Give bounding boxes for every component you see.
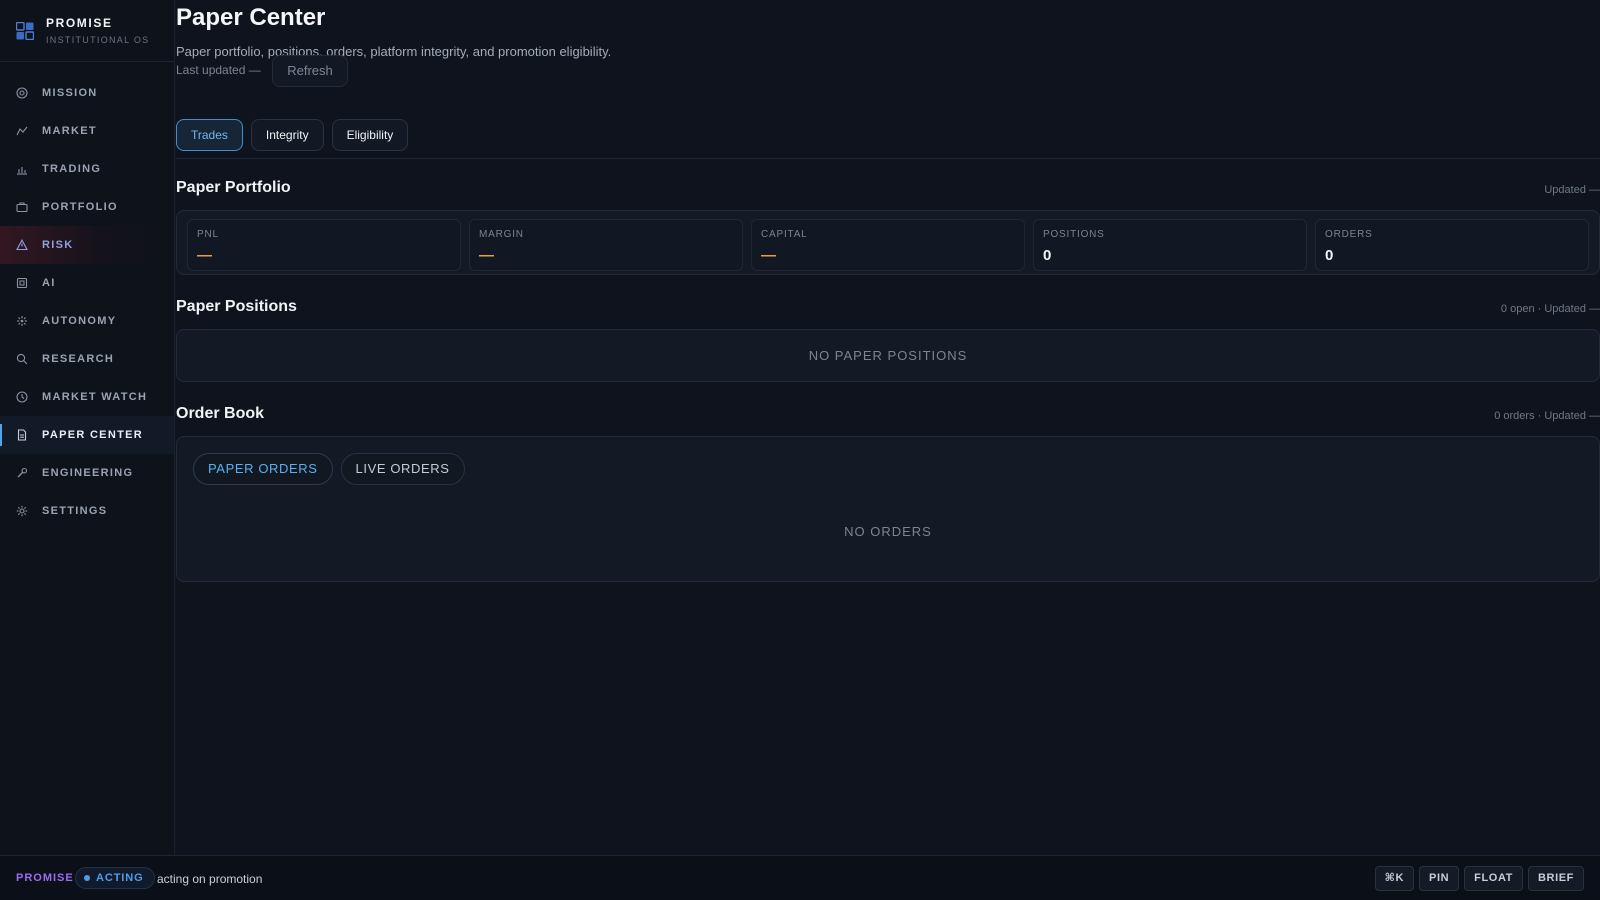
tab-paper-orders[interactable]: PAPER ORDERS	[193, 453, 333, 485]
status-state: ACTING	[96, 872, 144, 884]
status-actions: ⌘K PIN FLOAT BRIEF	[1374, 866, 1584, 891]
cpu-icon	[16, 277, 28, 289]
portfolio-panel: PNL — MARGIN — CAPITAL — POSITIONS 0 ORD…	[176, 210, 1600, 275]
sidebar-item-label: SETTINGS	[42, 505, 108, 517]
wrench-icon	[17, 467, 28, 478]
tab-eligibility[interactable]: Eligibility	[331, 119, 409, 151]
sidebar-item-label: PORTFOLIO	[42, 201, 118, 213]
order-book-title: Order Book	[176, 405, 265, 422]
grid-logo-icon	[16, 21, 34, 40]
page-title: Paper Center	[176, 4, 326, 31]
sidebar-item-market[interactable]: MARKET	[0, 112, 174, 150]
positions-meta: 0 open · Updated —	[1500, 303, 1600, 315]
view-tabs: Trades Integrity Eligibility	[176, 119, 409, 151]
sidebar-item-portfolio[interactable]: PORTFOLIO	[0, 188, 174, 226]
sidebar-item-label: TRADING	[42, 163, 102, 175]
sidebar-item-trading[interactable]: TRADING	[0, 150, 174, 188]
portfolio-title: Paper Portfolio	[176, 179, 291, 196]
warning-icon	[16, 239, 28, 251]
portfolio-updated: Updated —	[1544, 184, 1600, 196]
brand[interactable]: PROMISE INSTITUTIONAL OS	[0, 0, 174, 62]
kpi-value: —	[197, 247, 212, 264]
status-brand: PROMISE	[16, 872, 74, 884]
kpi-label: ORDERS	[1325, 229, 1373, 240]
tab-integrity[interactable]: Integrity	[250, 119, 324, 151]
atom-icon	[17, 316, 27, 326]
sidebar-item-label: MISSION	[42, 87, 98, 99]
sidebar-item-research[interactable]: RESEARCH	[0, 340, 174, 378]
sidebar-item-settings[interactable]: SETTINGS	[0, 492, 174, 530]
positions-empty-state: NO PAPER POSITIONS	[808, 348, 968, 363]
gear-icon	[16, 505, 28, 517]
tab-trades[interactable]: Trades	[176, 119, 243, 151]
sidebar-item-label: AUTONOMY	[42, 315, 117, 327]
sidebar-item-mission[interactable]: MISSION	[0, 74, 174, 112]
sidebar-nav: MISSION MARKET TRADING PORTFOLIO RISK AI	[0, 62, 174, 530]
kpi-label: CAPITAL	[761, 229, 808, 240]
kpi-margin: MARGIN —	[469, 219, 743, 271]
sidebar-item-engineering[interactable]: ENGINEERING	[0, 454, 174, 492]
command-palette-button[interactable]: ⌘K	[1374, 866, 1415, 891]
status-message: acting on promotion	[157, 872, 263, 886]
clock-icon	[16, 391, 28, 403]
refresh-button[interactable]: Refresh	[272, 55, 348, 87]
positions-panel: NO PAPER POSITIONS	[176, 329, 1600, 382]
brand-name: PROMISE	[46, 16, 113, 30]
bar-chart-icon	[17, 167, 27, 175]
order-book-panel: PAPER ORDERS LIVE ORDERS NO ORDERS	[176, 436, 1600, 582]
sidebar: PROMISE INSTITUTIONAL OS MISSION MARKET …	[0, 0, 175, 855]
sidebar-item-label: RISK	[42, 239, 74, 251]
order-tabs: PAPER ORDERS LIVE ORDERS	[193, 453, 465, 485]
brief-button[interactable]: BRIEF	[1528, 866, 1584, 891]
status-badge[interactable]: ACTING	[75, 867, 155, 889]
sidebar-item-label: RESEARCH	[42, 353, 115, 365]
sidebar-item-label: PAPER CENTER	[42, 429, 143, 441]
kpi-label: MARGIN	[479, 229, 524, 240]
page-subtitle: Paper portfolio, positions, orders, plat…	[176, 44, 612, 59]
kpi-label: PNL	[197, 229, 219, 240]
sidebar-item-label: AI	[42, 277, 56, 289]
sidebar-item-market-watch[interactable]: MARKET WATCH	[0, 378, 174, 416]
sidebar-item-label: MARKET WATCH	[42, 391, 148, 403]
search-icon	[16, 353, 28, 365]
sidebar-item-label: MARKET	[42, 125, 97, 137]
float-button[interactable]: FLOAT	[1464, 866, 1523, 891]
last-updated-text: Last updated —	[176, 63, 261, 77]
kpi-orders: ORDERS 0	[1315, 219, 1589, 271]
kpi-value: 0	[1043, 247, 1052, 264]
kpi-value: —	[479, 247, 494, 264]
positions-title: Paper Positions	[176, 298, 297, 315]
sidebar-item-autonomy[interactable]: AUTONOMY	[0, 302, 174, 340]
pin-button[interactable]: PIN	[1419, 866, 1460, 891]
order-book-meta: 0 orders · Updated —	[1494, 410, 1600, 422]
kpi-pnl: PNL —	[187, 219, 461, 271]
sidebar-item-risk[interactable]: RISK	[0, 226, 174, 264]
kpi-label: POSITIONS	[1043, 229, 1105, 240]
sidebar-item-paper-center[interactable]: PAPER CENTER	[0, 416, 174, 454]
sidebar-item-ai[interactable]: AI	[0, 264, 174, 302]
target-icon	[16, 87, 28, 99]
brand-subtitle: INSTITUTIONAL OS	[46, 35, 150, 45]
tabs-divider	[176, 158, 1600, 159]
sidebar-item-label: ENGINEERING	[42, 467, 134, 479]
app-window: PROMISE INSTITUTIONAL OS MISSION MARKET …	[0, 0, 1600, 900]
kpi-row: PNL — MARGIN — CAPITAL — POSITIONS 0 ORD…	[177, 211, 1599, 279]
kpi-positions: POSITIONS 0	[1033, 219, 1307, 271]
kpi-value: —	[761, 247, 776, 264]
kpi-capital: CAPITAL —	[751, 219, 1025, 271]
kpi-value: 0	[1325, 247, 1334, 264]
status-dot-icon	[84, 875, 90, 881]
orders-empty-state: NO ORDERS	[844, 524, 932, 539]
tab-live-orders[interactable]: LIVE ORDERS	[340, 453, 465, 485]
briefcase-icon	[16, 202, 28, 213]
chart-line-icon	[16, 126, 28, 136]
status-bar: PROMISE ACTING acting on promotion ⌘K PI…	[0, 855, 1600, 900]
document-icon	[17, 429, 27, 441]
main-content: Paper Center Paper portfolio, positions,…	[176, 0, 1600, 855]
